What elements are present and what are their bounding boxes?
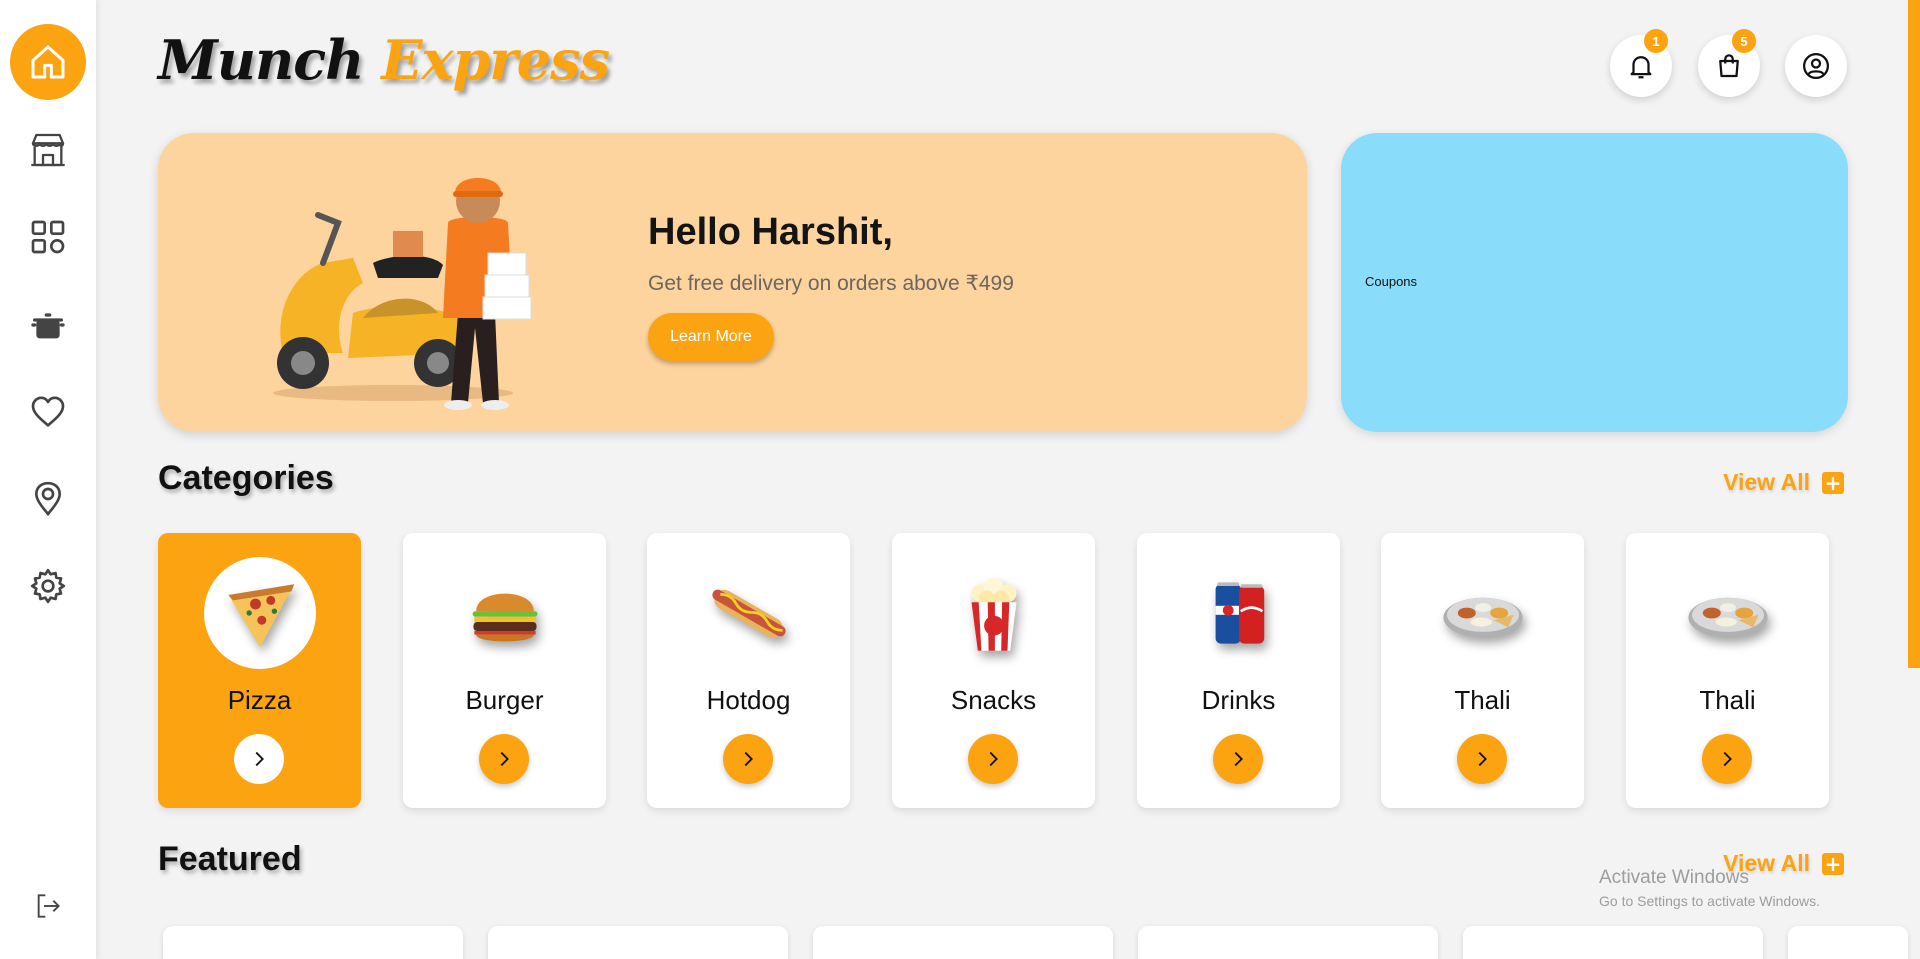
sidebar-item-location[interactable] [10,461,86,537]
bell-icon [1630,56,1652,79]
category-image [1183,557,1295,669]
cart-button[interactable]: 5 [1698,29,1760,97]
category-open-button[interactable] [479,734,529,784]
category-image [693,557,805,669]
sidebar-item-favorites[interactable] [10,374,86,450]
featured-card[interactable] [1788,926,1908,959]
profile-button[interactable] [1785,35,1847,97]
sidebar [0,0,96,959]
thali-icon [1688,597,1768,638]
hero-greeting: Hello Harshit, [648,211,893,253]
hotdog-icon [712,589,786,638]
heart-icon [31,396,65,427]
coupons-label: Coupons [1365,274,1418,289]
category-open-button[interactable] [234,734,284,784]
category-open-button[interactable] [968,734,1018,784]
view-all-label: View All [1723,469,1810,495]
shopping-bag-icon [1719,54,1739,78]
plus-icon: + [1822,471,1844,494]
popcorn-icon [971,577,1017,651]
category-open-button[interactable] [723,734,773,784]
hero-banner: Hello Harshit, Get free delivery on orde… [158,133,1307,432]
category-open-button[interactable] [1213,734,1263,784]
category-image [938,557,1050,669]
chevron-right-icon [1234,751,1243,767]
sidebar-item-home[interactable] [10,24,86,100]
featured-card[interactable] [163,926,463,959]
chevron-right-icon [1723,751,1732,767]
store-icon [31,133,65,167]
notifications-button[interactable]: 1 [1610,29,1672,97]
pizza-icon [228,584,295,648]
category-card-hotdog[interactable]: Hotdog [647,533,850,808]
windows-activation-watermark: Activate Windows Go to Settings to activ… [1599,867,1820,909]
category-name: Thali [1454,685,1511,715]
location-icon [34,481,62,517]
category-name: Burger [465,685,544,715]
brand-logo[interactable]: Munch Express [158,28,610,92]
featured-card[interactable] [488,926,788,959]
burger-icon [472,593,538,642]
featured-card[interactable] [813,926,1113,959]
chevron-right-icon [1478,751,1487,767]
categories-view-all[interactable]: View All + [1723,469,1844,496]
watermark-line2: Go to Settings to activate Windows. [1599,893,1820,909]
chevron-right-icon [500,751,509,767]
chevron-right-icon [744,751,753,767]
sidebar-item-stores[interactable] [10,112,86,188]
category-image [449,557,561,669]
cart-badge: 5 [1732,29,1756,53]
thali-icon [1443,597,1523,638]
featured-title: Featured [158,840,302,878]
delivery-scooter-illustration [273,178,532,410]
plus-icon: + [1822,852,1844,875]
category-card-burger[interactable]: Burger [403,533,606,808]
category-card-snacks[interactable]: Snacks [892,533,1095,808]
sidebar-item-settings[interactable] [10,548,86,624]
category-name: Snacks [950,685,1037,715]
coupons-panel[interactable]: Coupons [1341,133,1848,432]
cooking-pot-icon [31,313,65,339]
grid-icon [31,220,65,254]
notifications-badge: 1 [1644,29,1668,53]
sidebar-item-kitchen[interactable] [10,287,86,363]
chevron-right-icon [255,751,264,767]
category-name: Hotdog [706,685,791,715]
categories-title: Categories [158,459,334,497]
logout-button[interactable] [10,868,86,944]
category-name: Thali [1699,685,1756,715]
category-card-thali-1[interactable]: Thali [1381,533,1584,808]
sidebar-item-dashboard[interactable] [10,199,86,275]
category-name: Drinks [1201,685,1276,715]
hero-subtitle: Get free delivery on orders above ₹499 [648,272,1014,295]
category-card-drinks[interactable]: Drinks [1137,533,1340,808]
chevron-right-icon [989,751,998,767]
category-image [1427,557,1539,669]
category-name: Pizza [227,685,292,715]
brand-name-part1: Munch [158,28,364,92]
category-card-thali-2[interactable]: Thali [1626,533,1829,808]
home-icon [31,45,65,79]
scrollbar-track[interactable] [1908,0,1920,668]
watermark-line1: Activate Windows [1599,867,1749,888]
learn-more-button[interactable]: Learn More [648,313,774,361]
category-card-pizza[interactable]: Pizza [158,533,361,808]
featured-card[interactable] [1463,926,1763,959]
user-icon [1803,53,1829,79]
soda-cans-icon [1215,582,1265,644]
category-open-button[interactable] [1457,734,1507,784]
brand-name-part2: Express [381,28,610,92]
logout-icon [37,894,60,918]
category-image [204,557,316,669]
featured-card[interactable] [1138,926,1438,959]
gear-icon [30,568,66,604]
category-image [1672,557,1784,669]
category-open-button[interactable] [1702,734,1752,784]
